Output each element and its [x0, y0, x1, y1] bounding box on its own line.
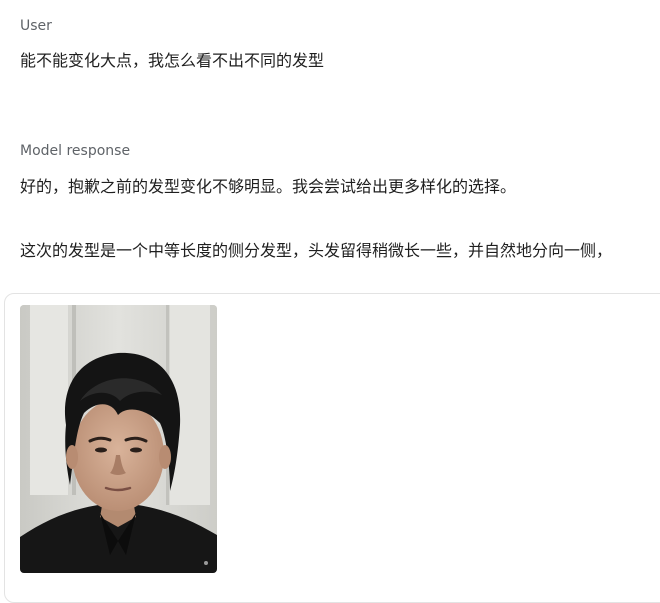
user-role-label: User [20, 18, 52, 34]
model-response-paragraph-2: 这次的发型是一个中等长度的侧分发型，头发留得稍微长一些，并自然地分向一侧， [20, 241, 613, 260]
generated-portrait-image[interactable] [20, 305, 217, 573]
user-message: 能不能变化大点，我怎么看不出不同的发型 [20, 51, 325, 70]
model-response-paragraph-1: 好的，抱歉之前的发型变化不够明显。我会尝试给出更多样化的选择。 [20, 177, 517, 196]
model-role-label: Model response [20, 143, 131, 159]
portrait-illustration [20, 305, 217, 573]
